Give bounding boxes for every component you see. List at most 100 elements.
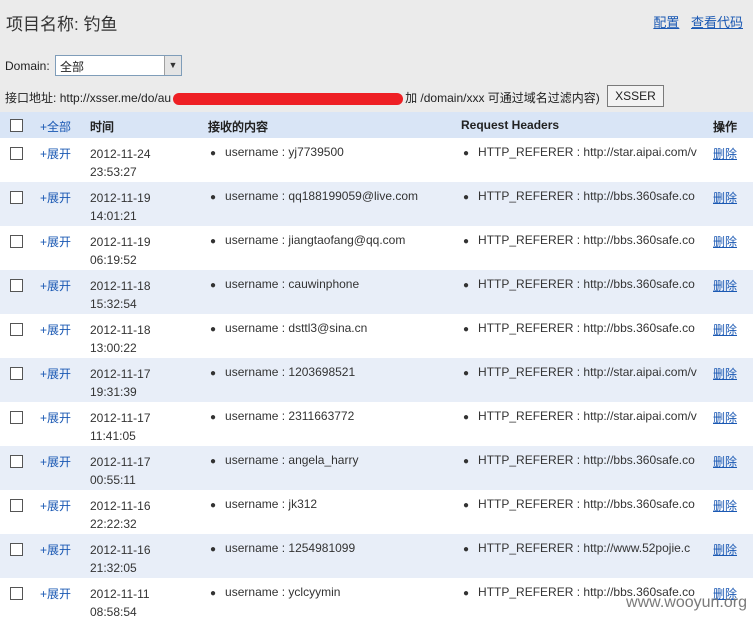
expand-link[interactable]: +展开 [40, 497, 71, 514]
delete-link[interactable]: 删除 [713, 277, 737, 294]
row-clock: 13:00:22 [90, 341, 137, 355]
expand-link[interactable]: +展开 [40, 321, 71, 338]
domain-select[interactable]: 全部 ▼ [55, 55, 182, 76]
row-date: 2012-11-18 [90, 323, 151, 337]
row-content-text: username : cauwinphone [225, 277, 360, 291]
bullet-icon: ● [210, 412, 217, 423]
row-date: 2012-11-17 [90, 411, 151, 425]
delete-link[interactable]: 删除 [713, 321, 737, 338]
delete-link[interactable]: 删除 [713, 541, 737, 558]
row-clock: 08:58:54 [90, 605, 137, 619]
row-header-text: HTTP_REFERER : http://bbs.360safe.co [478, 277, 695, 291]
row-request-headers: ● HTTP_REFERER : http://star.aipai.com/v [463, 409, 699, 423]
table-row: +展开 2012-11-19 14:01:21 ● username : qq18819… [0, 182, 753, 226]
view-code-link[interactable]: 查看代码 [691, 15, 743, 30]
row-clock: 00:55:11 [90, 473, 136, 487]
row-checkbox[interactable] [10, 367, 23, 380]
page-title: 项目名称: 钓鱼 [6, 15, 118, 34]
bullet-icon: ● [210, 324, 217, 335]
row-content-text: username : jk312 [225, 497, 318, 511]
redaction-mark [173, 92, 404, 105]
xsser-button[interactable]: XSSER [607, 85, 664, 107]
table-row: +展开 2012-11-17 00:55:11 ● username : angela_… [0, 446, 753, 490]
row-content-text: username : jiangtaofang@qq.com [225, 233, 406, 247]
row-checkbox[interactable] [10, 147, 23, 160]
delete-link[interactable]: 删除 [713, 233, 737, 250]
delete-link[interactable]: 删除 [713, 145, 737, 162]
bullet-icon: ● [463, 588, 470, 599]
bullet-icon: ● [463, 412, 470, 423]
row-clock: 23:53:27 [90, 165, 137, 179]
delete-link[interactable]: 删除 [713, 453, 737, 470]
table-row: +展开 2012-11-18 13:00:22 ● username : dsttl3@… [0, 314, 753, 358]
config-link[interactable]: 配置 [653, 15, 679, 30]
table-row: +展开 2012-11-24 23:53:27 ● username : yj77395… [0, 138, 753, 182]
row-date: 2012-11-11 [90, 587, 150, 601]
row-checkbox[interactable] [10, 279, 23, 292]
row-request-headers: ● HTTP_REFERER : http://bbs.360safe.co [463, 189, 699, 203]
row-date: 2012-11-17 [90, 455, 151, 469]
expand-all-link[interactable]: +全部 [40, 118, 71, 135]
row-time: 2012-11-17 19:31:39 [90, 365, 151, 401]
row-clock: 11:41:05 [90, 429, 136, 443]
delete-link[interactable]: 删除 [713, 409, 737, 426]
bullet-icon: ● [463, 236, 470, 247]
row-header-text: HTTP_REFERER : http://bbs.360safe.co [478, 497, 695, 511]
row-header-text: HTTP_REFERER : http://bbs.360safe.co [478, 233, 695, 247]
row-content: ● username : dsttl3@sina.cn [210, 321, 367, 335]
row-time: 2012-11-19 14:01:21 [90, 189, 151, 225]
expand-link[interactable]: +展开 [40, 277, 71, 294]
delete-link[interactable]: 删除 [713, 365, 737, 382]
bullet-icon: ● [210, 500, 217, 511]
row-content-text: username : 1203698521 [225, 365, 356, 379]
expand-link[interactable]: +展开 [40, 541, 71, 558]
expand-link[interactable]: +展开 [40, 585, 71, 602]
top-links: 配置 查看代码 [645, 12, 743, 31]
row-checkbox[interactable] [10, 235, 23, 248]
row-checkbox[interactable] [10, 499, 23, 512]
api-label: 接口地址: [5, 91, 57, 105]
row-content-text: username : yclcyymin [225, 585, 341, 599]
row-content-text: username : angela_harry [225, 453, 359, 467]
row-checkbox[interactable] [10, 191, 23, 204]
bullet-icon: ● [463, 280, 470, 291]
row-content-text: username : 1254981099 [225, 541, 356, 555]
row-request-headers: ● HTTP_REFERER : http://www.52pojie.c [463, 541, 699, 555]
bullet-icon: ● [210, 588, 217, 599]
row-date: 2012-11-16 [90, 499, 151, 513]
row-checkbox[interactable] [10, 411, 23, 424]
row-time: 2012-11-18 15:32:54 [90, 277, 151, 313]
expand-link[interactable]: +展开 [40, 145, 71, 162]
api-hint: 加 /domain/xxx 可通过域名过滤内容) [405, 91, 600, 105]
row-header-text: HTTP_REFERER : http://www.52pojie.c [478, 541, 691, 555]
bullet-icon: ● [463, 324, 470, 335]
bullet-icon: ● [210, 544, 217, 555]
table-row: +展开 2012-11-16 22:22:32 ● username : jk312 ● H… [0, 490, 753, 534]
expand-link[interactable]: +展开 [40, 453, 71, 470]
row-checkbox[interactable] [10, 455, 23, 468]
row-request-headers: ● HTTP_REFERER : http://star.aipai.com/v [463, 145, 699, 159]
row-checkbox[interactable] [10, 323, 23, 336]
row-content: ● username : qq188199059@live.com [210, 189, 418, 203]
row-clock: 15:32:54 [90, 297, 137, 311]
expand-link[interactable]: +展开 [40, 189, 71, 206]
expand-link[interactable]: +展开 [40, 365, 71, 382]
row-content: ● username : jk312 [210, 497, 317, 511]
bullet-icon: ● [210, 236, 217, 247]
row-request-headers: ● HTTP_REFERER : http://bbs.360safe.co [463, 321, 699, 335]
delete-link[interactable]: 删除 [713, 189, 737, 206]
row-time: 2012-11-18 13:00:22 [90, 321, 151, 357]
column-header-time: 时间 [90, 120, 115, 134]
row-checkbox[interactable] [10, 587, 23, 600]
expand-link[interactable]: +展开 [40, 409, 71, 426]
row-checkbox[interactable] [10, 543, 23, 556]
bullet-icon: ● [210, 456, 217, 467]
table-header: +全部 时间 接收的内容 Request Headers 操作 [0, 112, 753, 138]
select-all-checkbox[interactable] [10, 119, 23, 132]
delete-link[interactable]: 删除 [713, 497, 737, 514]
row-time: 2012-11-16 22:22:32 [90, 497, 151, 533]
row-header-text: HTTP_REFERER : http://star.aipai.com/v [478, 145, 697, 159]
chevron-down-icon[interactable]: ▼ [164, 56, 181, 75]
bullet-icon: ● [463, 368, 470, 379]
expand-link[interactable]: +展开 [40, 233, 71, 250]
